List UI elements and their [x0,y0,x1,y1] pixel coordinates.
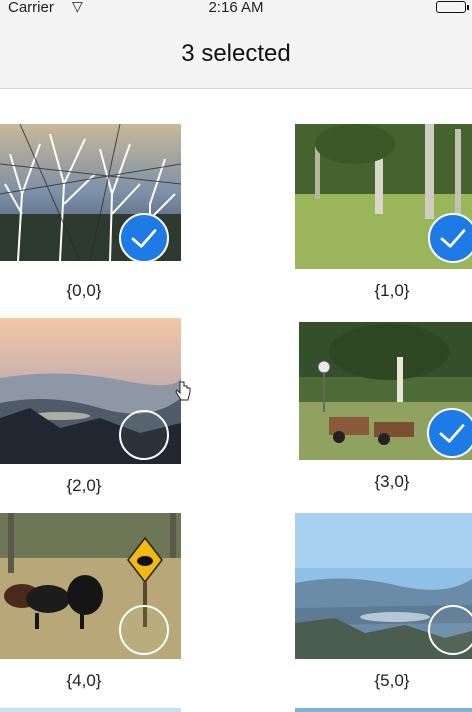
photo-caption-2-0: {2,0} [66,476,102,495]
page-title: 3 selected [181,40,291,67]
selection-circle-icon[interactable] [119,605,169,655]
photo-caption-5-0: {5,0} [374,671,410,690]
battery-icon [436,1,469,13]
selection-circle-icon[interactable] [428,605,472,655]
status-bar: Carrier ▽ 2:16 AM [0,0,472,18]
photo-thumbnail-peek [295,708,472,712]
selection-circle-icon[interactable] [119,410,169,460]
photo-caption-3-0: {3,0} [374,472,410,491]
selection-checkmark-icon[interactable] [428,213,472,263]
status-time: 2:16 AM [208,0,264,16]
selection-checkmark-icon[interactable] [427,408,472,458]
hand-pointer-icon [175,381,191,401]
photo-thumbnail-peek [0,708,181,712]
photo-caption-0-0: {0,0} [66,281,102,300]
navigation-bar: 3 selected [0,18,472,89]
photo-caption-1-0: {1,0} [374,281,410,300]
selection-checkmark-icon[interactable] [119,213,169,263]
photo-caption-4-0: {4,0} [66,671,102,690]
